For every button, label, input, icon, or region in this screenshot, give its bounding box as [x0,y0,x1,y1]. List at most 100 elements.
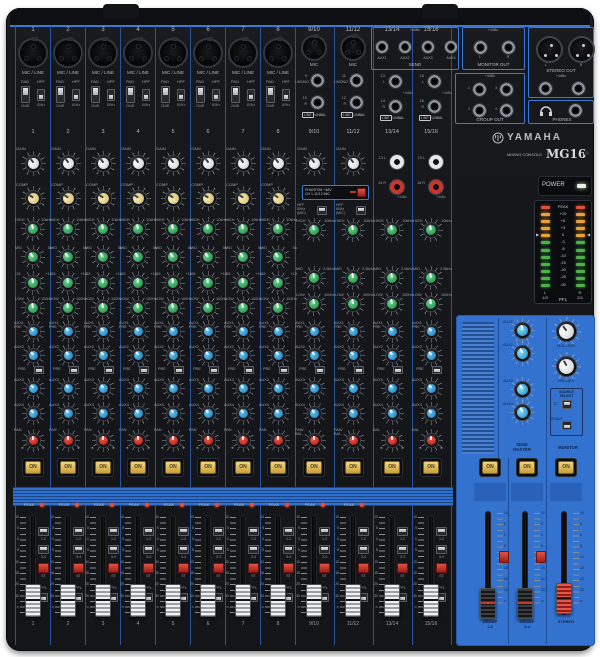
strip6-fader-cap[interactable] [200,584,216,617]
strip12-pan-knob[interactable] [426,435,436,445]
strip12-pre-switch[interactable] [432,366,442,374]
strip10-pan-knob[interactable] [348,435,358,445]
strip10-fader-cap[interactable] [345,584,361,617]
strip10-assign-st[interactable] [358,563,369,573]
strip12-on-button[interactable]: ON [423,461,439,474]
pre-label: PRE [228,367,236,371]
strip3-pan-knob[interactable] [98,435,108,445]
strip2-on-button[interactable]: ON [60,461,76,474]
pad-switch-ch5[interactable] [160,86,170,103]
master-fader-2-on-button[interactable]: ON [519,461,535,474]
master-fader-2-st-assign[interactable] [536,551,546,563]
strip4-on-button[interactable]: ON [130,461,146,474]
hpf-switch-ch5[interactable] [176,89,185,101]
strip9-pan-knob[interactable] [309,435,319,445]
hpf-switch-ch1[interactable] [36,89,45,101]
hpf-switch-ch4[interactable] [141,89,150,101]
pad-switch-ch1[interactable] [20,86,30,103]
master-fader-1-on-button[interactable]: ON [482,461,498,474]
strip11-assign-3-4[interactable] [397,545,408,554]
st1-hpf-switch[interactable] [356,206,366,215]
strip4-pre-switch[interactable] [139,366,149,374]
group-jack-3 [498,81,514,97]
strip10-peak-led [360,503,364,507]
strip11-assign-st[interactable] [397,563,408,573]
strip10-on-button[interactable]: ON [345,461,361,474]
master-fader-2-cap[interactable] [517,588,533,619]
strip2-fader-cap[interactable] [60,584,76,617]
strip11-fader-cap[interactable] [384,584,400,617]
fader-scale-label: 30 [504,587,508,592]
combo-jack-ch3-latch [102,37,108,41]
strip9-assign-1-2[interactable] [319,527,330,536]
pad-switch-ch6[interactable] [195,86,205,103]
strip4-pan-knob[interactable] [133,435,143,445]
strip1-pre-switch[interactable] [34,366,44,374]
phantom-switch[interactable] [357,188,366,197]
strip3-fader-cap[interactable] [95,584,111,617]
st1-eq-knob-2-pointer [351,299,354,305]
strip11-on-button[interactable]: ON [384,461,400,474]
strip3-pre-switch[interactable] [104,366,114,374]
monitor-source-switch-1[interactable] [562,400,572,409]
strip6-on-button[interactable]: ON [200,461,216,474]
strip11-pre-switch[interactable] [393,366,403,374]
strip9-fader-cap[interactable] [306,584,322,617]
strip1-pan-knob[interactable] [28,435,38,445]
strip10-assign-3-4[interactable] [358,545,369,554]
hpf-switch-ch3[interactable] [106,89,115,101]
strip9-pre-switch[interactable] [315,366,325,374]
strip9-on-button[interactable]: ON [306,461,322,474]
strip5-pre-switch[interactable] [174,366,184,374]
strip8-pre-switch[interactable] [279,366,289,374]
strip7-fader-cap[interactable] [235,584,251,617]
jack1-number: 9 [304,73,307,78]
master-fader-3-on-button[interactable]: ON [558,461,574,474]
strip8-pan-knob[interactable] [273,435,283,445]
strip11-assign-1-2[interactable] [397,527,408,536]
combo-jack-ch5-pin3 [177,55,183,61]
master-fader-3-cap[interactable] [556,583,572,614]
hpf-switch-ch7[interactable] [246,89,255,101]
monitor-source-switch-2[interactable] [562,421,572,430]
strip12-assign-1-2[interactable] [436,527,447,536]
strip4-fader-cap[interactable] [130,584,146,617]
strip6-aux-knob-2-pointer [204,351,209,356]
strip1-on-button[interactable]: ON [25,461,41,474]
strip10-assign-1-2[interactable] [358,527,369,536]
strip2-pan-knob[interactable] [63,435,73,445]
hpf-switch-ch6[interactable] [211,89,220,101]
master-fader-1-cap[interactable] [480,588,496,619]
strip12-fader-cap[interactable] [423,584,439,617]
strip8-fader-cap[interactable] [270,584,286,617]
strip12-assign-st[interactable] [436,563,447,573]
strip1-pan-knob-pointer [32,435,34,440]
strip5-fader-cap[interactable] [165,584,181,617]
hpf-switch-ch8[interactable] [281,89,290,101]
strip9-assign-3-4[interactable] [319,545,330,554]
strip7-on-button[interactable]: ON [235,461,251,474]
strip10-pre-switch[interactable] [354,366,364,374]
fader-strip-number: 1 [31,621,35,627]
strip12-assign-3-4[interactable] [436,545,447,554]
strip5-pan-knob[interactable] [168,435,178,445]
strip3-on-button[interactable]: ON [95,461,111,474]
master-fader-1-st-assign[interactable] [499,551,509,563]
strip6-pan-knob[interactable] [203,435,213,445]
strip7-pre-switch[interactable] [244,366,254,374]
pad-switch-ch3[interactable] [90,86,100,103]
strip7-pan-knob[interactable] [238,435,248,445]
st0-hpf-switch[interactable] [317,206,327,215]
strip8-on-button[interactable]: ON [270,461,286,474]
pad-switch-ch7[interactable] [230,86,240,103]
strip2-pre-switch[interactable] [69,366,79,374]
strip11-pan-knob[interactable] [387,435,397,445]
pad-switch-ch2[interactable] [55,86,65,103]
pad-switch-ch8[interactable] [265,86,275,103]
strip6-pre-switch[interactable] [209,366,219,374]
strip1-fader-cap[interactable] [25,584,41,617]
hpf-switch-ch2[interactable] [71,89,80,101]
strip9-assign-st[interactable] [319,563,330,573]
pad-switch-ch4[interactable] [125,86,135,103]
strip5-on-button[interactable]: ON [165,461,181,474]
